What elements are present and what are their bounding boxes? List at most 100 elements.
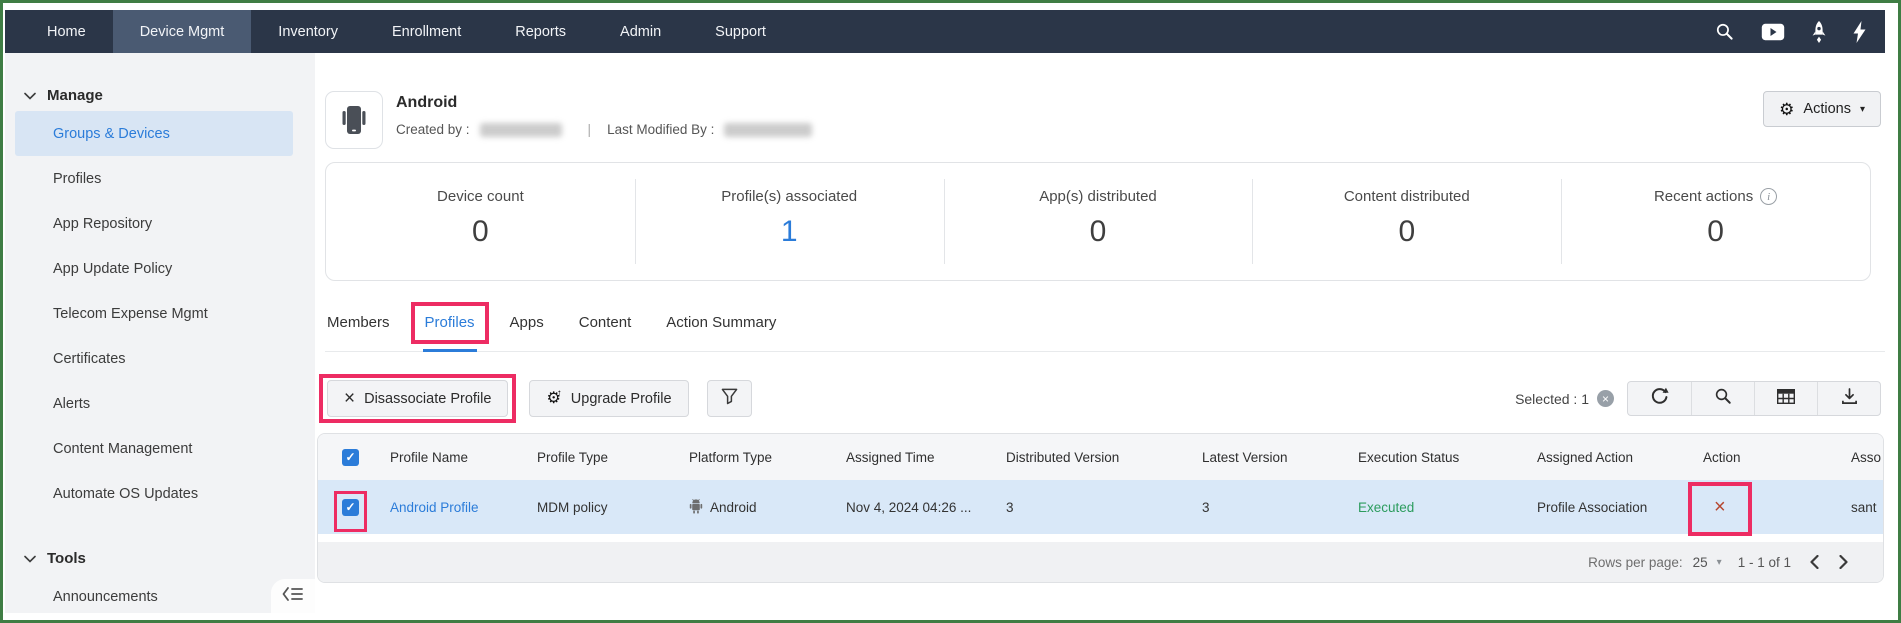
device-group-icon	[325, 91, 383, 149]
profiles-toolbar: × Disassociate Profile ⚙↑ Upgrade Profil…	[325, 380, 1885, 417]
nav-admin[interactable]: Admin	[593, 10, 688, 53]
upgrade-profile-icon: ⚙↑	[546, 391, 561, 407]
actions-button[interactable]: ⚙ Actions ▾	[1763, 91, 1881, 127]
col-profile-type[interactable]: Profile Type	[521, 450, 673, 465]
sidebar-item-content-management[interactable]: Content Management	[5, 426, 315, 471]
refresh-icon	[1650, 387, 1669, 411]
nav-home[interactable]: Home	[20, 10, 113, 53]
tab-apps[interactable]: Apps	[510, 299, 544, 351]
tab-action-summary[interactable]: Action Summary	[666, 299, 776, 351]
last-modified-label: Last Modified By :	[607, 122, 714, 137]
profile-name-link[interactable]: Android Profile	[390, 500, 479, 515]
col-profile-name[interactable]: Profile Name	[374, 450, 521, 465]
previous-page-button[interactable]	[1809, 555, 1820, 569]
stat-recent-actions: Recent actions i 0	[1561, 163, 1870, 280]
col-execution-status[interactable]: Execution Status	[1342, 450, 1521, 465]
caret-down-icon: ▾	[1860, 104, 1865, 115]
search-icon	[1714, 387, 1732, 410]
sidebar-item-certificates[interactable]: Certificates	[5, 336, 315, 381]
table-header-row: ✓ Profile Name Profile Type Platform Typ…	[318, 434, 1883, 480]
tab-content[interactable]: Content	[579, 299, 632, 351]
col-assigned-time[interactable]: Assigned Time	[830, 450, 990, 465]
toolbar-right: Selected : 1 ×	[1515, 381, 1881, 416]
gear-icon: ⚙	[1779, 101, 1794, 118]
stat-apps-distributed: App(s) distributed 0	[944, 163, 1253, 280]
collapse-sidebar-icon	[282, 586, 304, 607]
nav-reports[interactable]: Reports	[488, 10, 593, 53]
pagination-range: 1 - 1 of 1	[1738, 555, 1791, 570]
clear-selection-icon[interactable]: ×	[1597, 390, 1614, 407]
sidebar-section-manage[interactable]: Manage	[5, 79, 315, 111]
table-row[interactable]: ✓ Android Profile MDM policy Android Nov…	[318, 480, 1883, 534]
nav-inventory[interactable]: Inventory	[251, 10, 365, 53]
stat-content-distributed: Content distributed 0	[1252, 163, 1561, 280]
lightning-icon[interactable]	[1853, 21, 1866, 43]
table-grid-icon	[1777, 389, 1795, 409]
stat-profiles-associated-value[interactable]: 1	[635, 215, 944, 249]
stats-card: Device count 0 Profile(s) associated 1 A…	[325, 162, 1871, 281]
sidebar-item-app-update-policy[interactable]: App Update Policy	[5, 246, 315, 291]
search-icon[interactable]	[1715, 22, 1734, 41]
caret-down-icon: ▾	[1717, 557, 1722, 568]
select-all-checkbox[interactable]: ✓	[342, 449, 359, 466]
chevron-down-icon	[24, 550, 36, 567]
remove-profile-x-icon[interactable]: ×	[1714, 496, 1726, 518]
tab-profiles[interactable]: Profiles	[425, 299, 475, 351]
meta-separator: |	[588, 122, 592, 137]
top-navbar: Home Device Mgmt Inventory Enrollment Re…	[5, 10, 1885, 53]
stat-apps-distributed-value: 0	[944, 215, 1253, 249]
table-tools-group	[1627, 381, 1881, 416]
platform-type-cell: Android	[710, 500, 757, 515]
table-footer: Rows per page: 25 ▾ 1 - 1 of 1	[318, 542, 1883, 582]
tab-bar: Members Profiles Apps Content Action Sum…	[325, 299, 1885, 352]
profile-type-cell: MDM policy	[521, 500, 673, 515]
disassociate-profile-button[interactable]: × Disassociate Profile	[327, 380, 508, 417]
sidebar-item-automate-os-updates[interactable]: Automate OS Updates	[5, 471, 315, 516]
rows-per-page-select[interactable]: 25 ▾	[1693, 555, 1722, 570]
sidebar-collapse-button[interactable]	[271, 579, 315, 613]
nav-device-mgmt[interactable]: Device Mgmt	[113, 10, 252, 53]
tab-members[interactable]: Members	[327, 299, 390, 351]
export-button[interactable]	[1817, 382, 1880, 415]
last-modified-redacted-value	[724, 123, 812, 137]
distributed-version-cell: 3	[990, 500, 1186, 515]
profiles-table: ✓ Profile Name Profile Type Platform Typ…	[317, 433, 1884, 583]
col-platform-type[interactable]: Platform Type	[673, 450, 830, 465]
filter-funnel-icon	[721, 388, 738, 409]
col-distributed-version[interactable]: Distributed Version	[990, 450, 1186, 465]
stat-recent-actions-value: 0	[1561, 215, 1870, 249]
sidebar-section-tools[interactable]: Tools	[5, 542, 315, 574]
sidebar-item-groups-devices[interactable]: Groups & Devices	[15, 111, 293, 156]
close-icon: ×	[344, 389, 355, 408]
rows-per-page-label: Rows per page:	[1588, 555, 1683, 570]
created-by-redacted-value	[480, 123, 562, 137]
col-associated-by[interactable]: Asso	[1835, 450, 1884, 465]
refresh-button[interactable]	[1628, 382, 1691, 415]
assigned-time-cell: Nov 4, 2024 04:26 ...	[830, 500, 990, 515]
next-page-button[interactable]	[1838, 555, 1849, 569]
execution-status-badge: Executed	[1358, 500, 1414, 515]
sidebar-item-profiles[interactable]: Profiles	[5, 156, 315, 201]
screenshot-frame: Home Device Mgmt Inventory Enrollment Re…	[0, 0, 1901, 623]
row-checkbox[interactable]: ✓	[342, 499, 359, 516]
upgrade-profile-button[interactable]: ⚙↑ Upgrade Profile	[529, 380, 688, 417]
nav-support[interactable]: Support	[688, 10, 793, 53]
col-assigned-action[interactable]: Assigned Action	[1521, 450, 1687, 465]
nav-enrollment[interactable]: Enrollment	[365, 10, 488, 53]
download-icon	[1841, 388, 1858, 410]
sidebar-item-announcements[interactable]: Announcements	[5, 574, 315, 619]
sidebar-item-app-repository[interactable]: App Repository	[5, 201, 315, 246]
table-search-button[interactable]	[1691, 382, 1754, 415]
column-chooser-button[interactable]	[1754, 382, 1817, 415]
col-action[interactable]: Action	[1687, 450, 1835, 465]
sidebar-item-telecom-expense[interactable]: Telecom Expense Mgmt	[5, 291, 315, 336]
info-icon[interactable]: i	[1760, 188, 1777, 205]
col-latest-version[interactable]: Latest Version	[1186, 450, 1342, 465]
filter-button[interactable]	[707, 380, 752, 417]
rocket-icon[interactable]	[1812, 21, 1826, 43]
assigned-action-cell: Profile Association	[1521, 500, 1687, 515]
video-tutorial-icon[interactable]	[1761, 23, 1785, 41]
latest-version-cell: 3	[1186, 500, 1342, 515]
stat-device-count-value: 0	[326, 215, 635, 249]
sidebar-item-alerts[interactable]: Alerts	[5, 381, 315, 426]
